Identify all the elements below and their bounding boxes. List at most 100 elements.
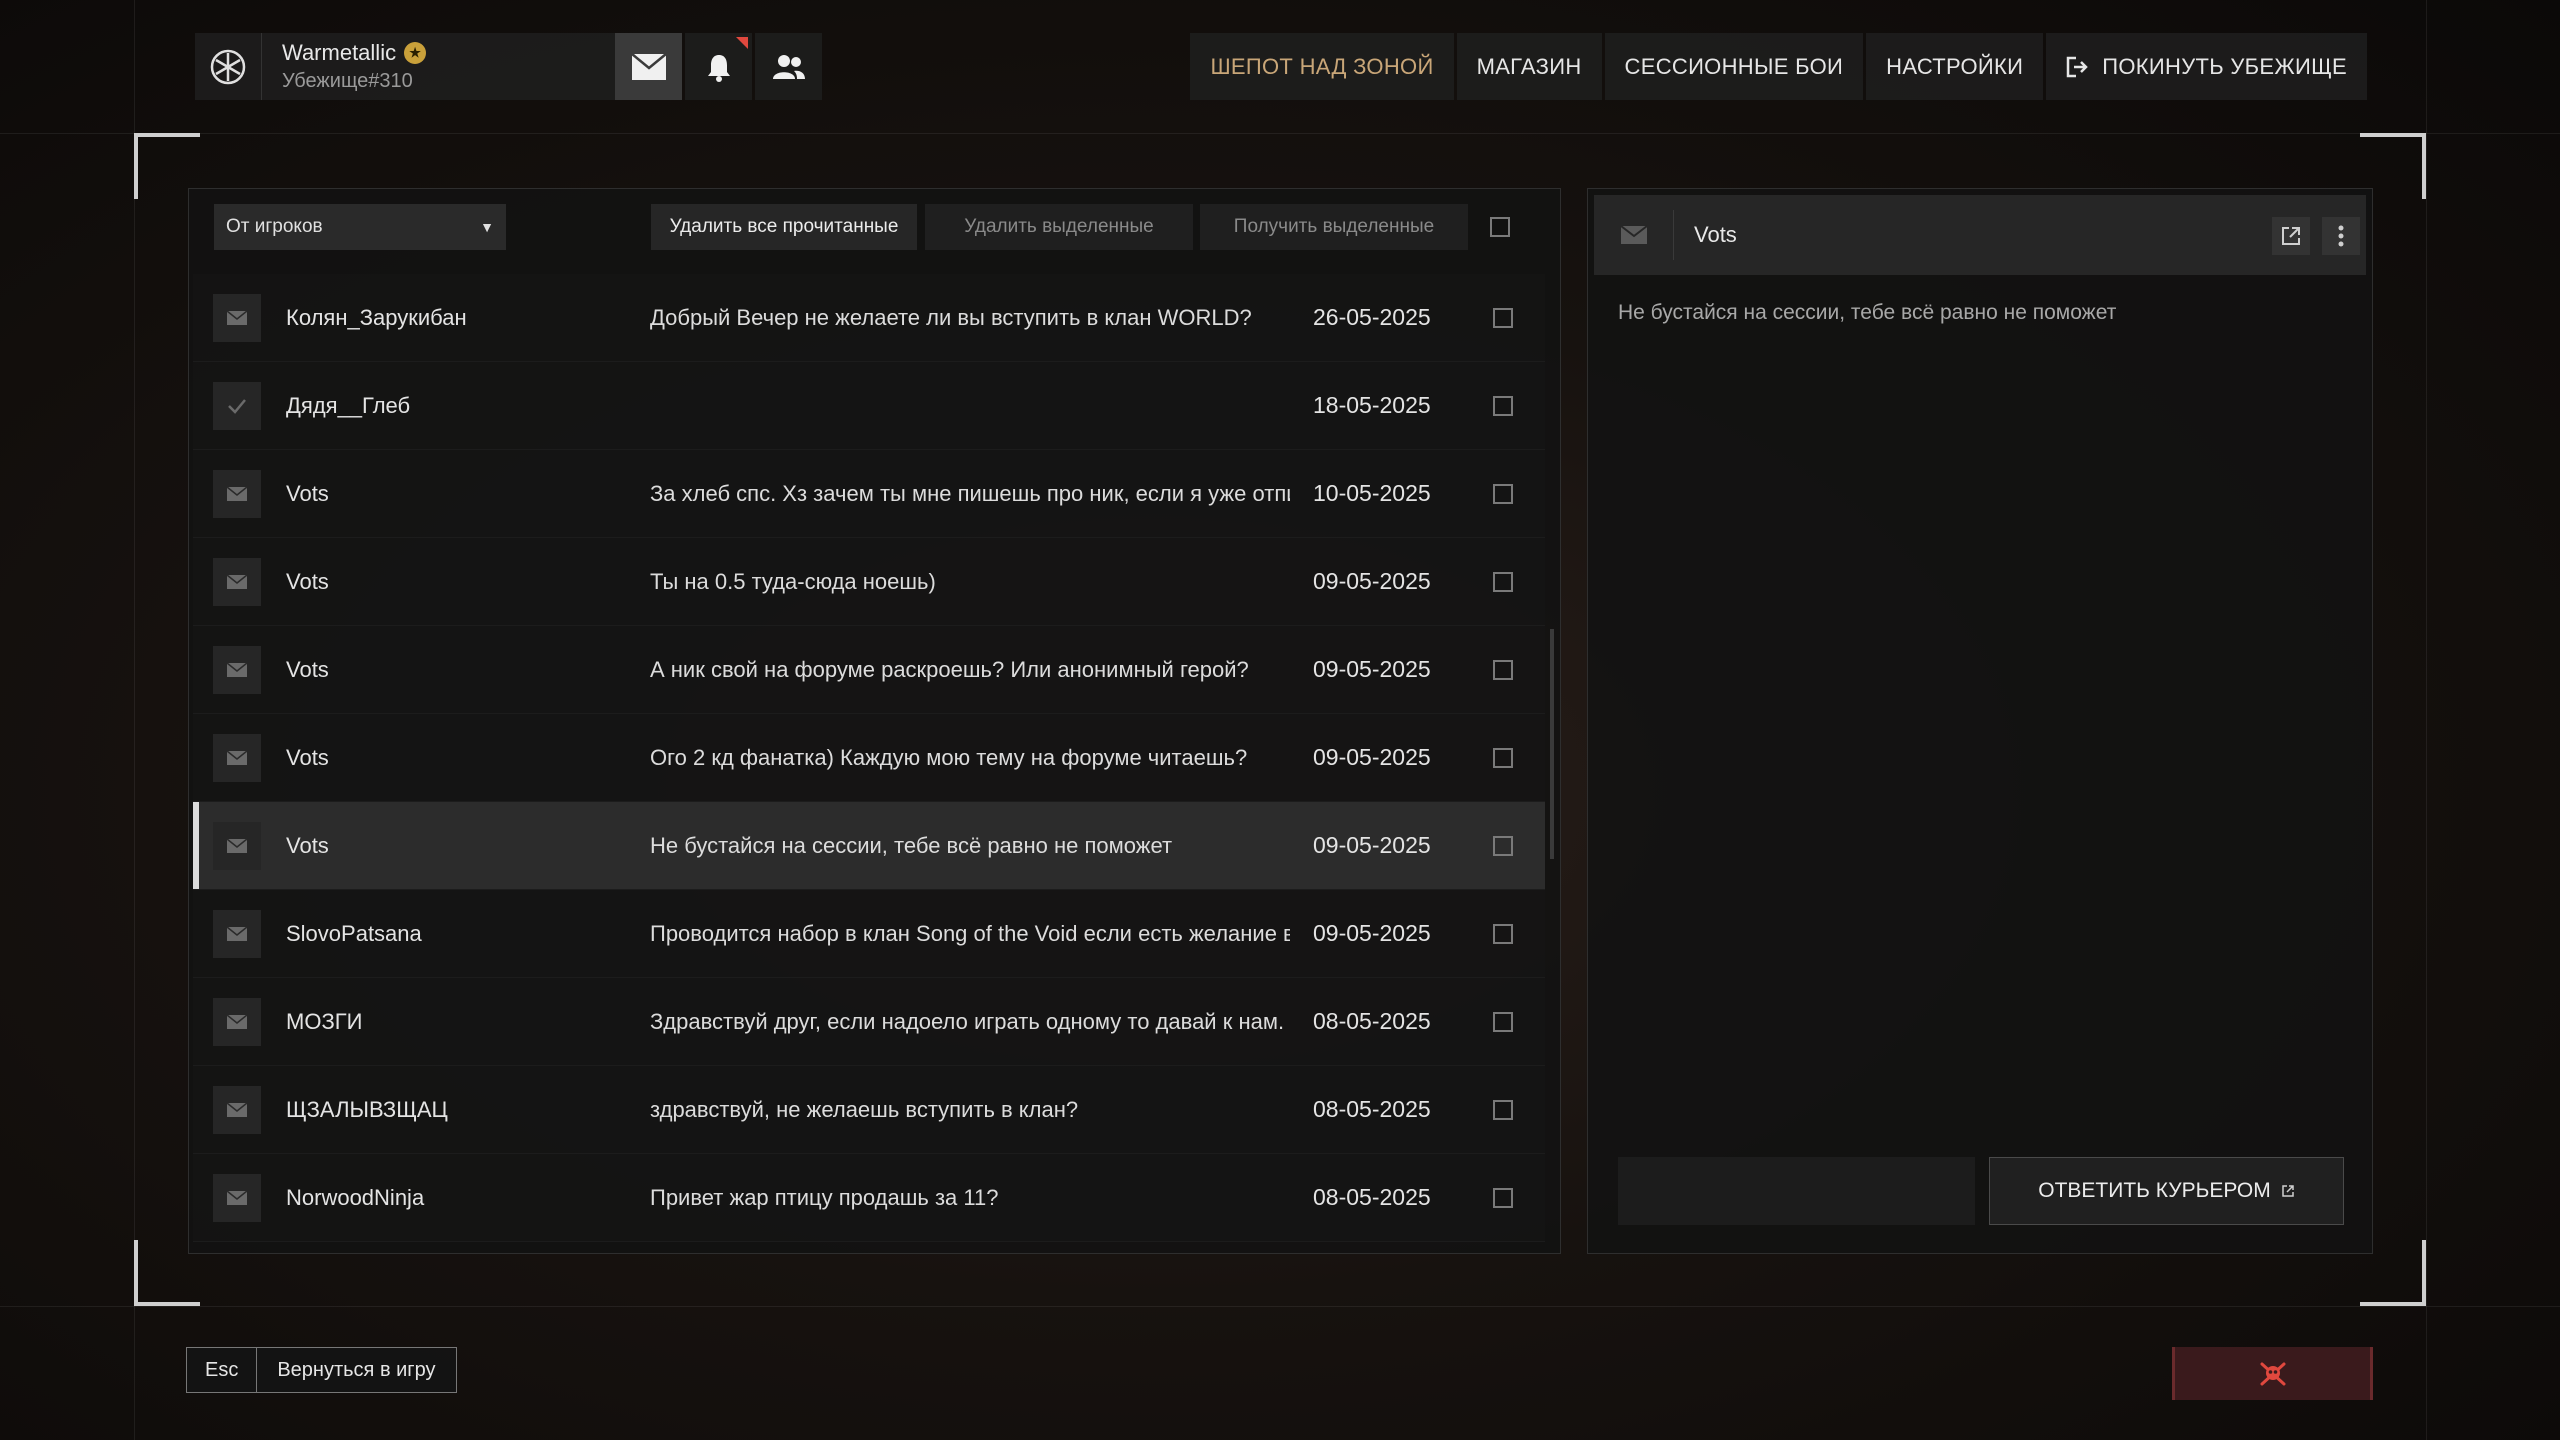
message-checkbox[interactable] — [1493, 571, 1513, 592]
reply-label: ОТВЕТИТЬ КУРЬЕРОМ — [2038, 1179, 2271, 1202]
message-sender: Дядя__Глеб — [286, 392, 411, 418]
message-subject: За хлеб спс. Хз зачем ты мне пишешь про … — [650, 480, 1290, 506]
envelope-icon — [213, 909, 261, 958]
message-row[interactable]: МОЗГИ Здравствуй друг, если надоело игра… — [193, 978, 1545, 1066]
message-date: 09-05-2025 — [1313, 744, 1431, 770]
back-to-game-label: Вернуться в игру — [277, 1358, 436, 1381]
message-date: 08-05-2025 — [1313, 1096, 1431, 1122]
message-sender: Vots — [286, 656, 329, 682]
message-date: 09-05-2025 — [1313, 920, 1431, 946]
nav-label: СЕССИОННЫЕ БОИ — [1624, 53, 1844, 79]
detail-sender: Vots — [1694, 222, 1737, 247]
nav-whisper[interactable]: ШЕПОТ НАД ЗОНОЙ — [1190, 33, 1454, 100]
message-sender: Vots — [286, 480, 329, 506]
reply-courier-button[interactable]: ОТВЕТИТЬ КУРЬЕРОМ — [1989, 1157, 2344, 1225]
message-checkbox[interactable] — [1493, 395, 1513, 416]
nav-label: НАСТРОЙКИ — [1886, 53, 2024, 79]
nav-label: ШЕПОТ НАД ЗОНОЙ — [1210, 53, 1434, 79]
message-checkbox[interactable] — [1493, 1187, 1513, 1208]
bell-icon — [707, 54, 730, 82]
check-icon — [213, 381, 261, 430]
frame-line — [0, 133, 2560, 134]
message-row-selected[interactable]: Vots Не бустайся на сессии, тебе всё рав… — [193, 802, 1545, 890]
more-options-button[interactable] — [2322, 217, 2360, 255]
player-name: Warmetallic ★ — [282, 40, 427, 66]
nav-leave-shelter[interactable]: ПОКИНУТЬ УБЕЖИЩЕ — [2046, 33, 2367, 100]
message-row[interactable]: Vots За хлеб спс. Хз зачем ты мне пишешь… — [193, 450, 1545, 538]
notifications-button[interactable] — [685, 33, 752, 100]
caret-down-icon: ▼ — [480, 219, 494, 235]
message-sender: Vots — [286, 744, 329, 770]
select-all-checkbox[interactable] — [1490, 217, 1510, 237]
message-sender: Vots — [286, 832, 329, 858]
nav-session-battles[interactable]: СЕССИОННЫЕ БОИ — [1604, 33, 1864, 100]
back-to-game-hint[interactable]: Esc Вернуться в игру — [186, 1347, 457, 1393]
filter-value: От игроков — [226, 216, 323, 237]
message-sender: Vots — [286, 568, 329, 594]
envelope-icon — [630, 52, 667, 80]
envelope-icon — [213, 469, 261, 518]
sender-filter-dropdown[interactable]: От игроков ▼ — [214, 204, 506, 250]
message-row[interactable]: Vots Ого 2 кд фанатка) Каждую мою тему н… — [193, 714, 1545, 802]
envelope-icon — [213, 1085, 261, 1134]
message-row[interactable]: NorwoodNinja Привет жар птицу продашь за… — [193, 1154, 1545, 1242]
message-row[interactable]: Колян_Зарукибан Добрый Вечер не желаете … — [193, 274, 1545, 362]
message-subject: Ты на 0.5 туда-сюда ноешь) — [650, 568, 936, 594]
message-sender: Колян_Зарукибан — [286, 304, 467, 330]
message-row[interactable]: Vots А ник свой на форуме раскроешь? Или… — [193, 626, 1545, 714]
message-checkbox[interactable] — [1493, 923, 1513, 944]
message-date: 09-05-2025 — [1313, 832, 1431, 858]
mail-button[interactable] — [615, 33, 682, 100]
open-external-button[interactable] — [2272, 217, 2310, 255]
nav-settings[interactable]: НАСТРОЙКИ — [1866, 33, 2044, 100]
envelope-icon — [213, 733, 261, 782]
frame-line — [2426, 0, 2427, 1440]
list-scrollbar[interactable] — [1550, 629, 1554, 859]
message-subject: здравствуй, не желаешь вступить в клан? — [650, 1096, 1079, 1122]
message-checkbox[interactable] — [1493, 1011, 1513, 1032]
exit-icon — [2067, 56, 2089, 77]
snowflake-icon — [195, 33, 262, 100]
message-checkbox[interactable] — [1493, 307, 1513, 328]
message-checkbox[interactable] — [1493, 659, 1513, 680]
nav-shop[interactable]: МАГАЗИН — [1456, 33, 1602, 100]
message-subject: Привет жар птицу продашь за 11? — [650, 1184, 999, 1210]
detail-header: Vots — [1594, 195, 2366, 275]
message-row[interactable]: ЩЗАЛЫВЗЩАЦ здравствуй, не желаешь вступи… — [193, 1066, 1545, 1154]
message-row[interactable]: Дядя__Глеб 18-05-2025 — [193, 362, 1545, 450]
external-link-icon — [2282, 1185, 2294, 1197]
rank-badge-icon: ★ — [404, 42, 427, 64]
reply-input[interactable] — [1618, 1157, 1975, 1225]
message-checkbox[interactable] — [1493, 1099, 1513, 1120]
notification-indicator — [736, 37, 748, 49]
message-list-panel: От игроков ▼ Удалить все прочитанные Уда… — [188, 188, 1561, 1254]
get-selected-button[interactable]: Получить выделенные — [1200, 204, 1468, 250]
message-checkbox[interactable] — [1493, 747, 1513, 768]
envelope-icon — [213, 293, 261, 342]
message-sender: SlovoPatsana — [286, 920, 422, 946]
friends-button[interactable] — [755, 33, 822, 100]
player-name-text: Warmetallic — [282, 40, 397, 65]
main-nav: ШЕПОТ НАД ЗОНОЙ МАГАЗИН СЕССИОННЫЕ БОИ Н… — [1190, 33, 2367, 100]
message-checkbox[interactable] — [1493, 835, 1513, 856]
message-row[interactable]: Vots Ты на 0.5 туда-сюда ноешь) 09-05-20… — [193, 538, 1545, 626]
message-date: 08-05-2025 — [1313, 1184, 1431, 1210]
message-subject: Здравствуй друг, если надоело играть одн… — [650, 1008, 1285, 1034]
envelope-icon — [213, 821, 261, 870]
skull-crossbones-icon — [2260, 1362, 2285, 1385]
frame-line — [0, 1306, 2560, 1307]
message-row[interactable]: SlovoPatsana Проводится набор в клан Son… — [193, 890, 1545, 978]
message-subject: А ник свой на форуме раскроешь? Или анон… — [650, 656, 1249, 682]
users-icon — [772, 54, 805, 79]
message-checkbox[interactable] — [1493, 483, 1513, 504]
delete-selected-button[interactable]: Удалить выделенные — [925, 204, 1193, 250]
danger-button[interactable] — [2172, 1347, 2373, 1400]
kebab-menu-icon — [2338, 225, 2344, 247]
envelope-icon — [213, 1173, 261, 1222]
delete-read-button[interactable]: Удалить все прочитанные — [651, 204, 917, 250]
profile-card[interactable]: Warmetallic ★ Убежище#310 — [195, 33, 615, 100]
message-subject: Ого 2 кд фанатка) Каждую мою тему на фор… — [650, 744, 1248, 770]
detail-body: Не бустайся на сессии, тебе всё равно не… — [1618, 301, 2117, 324]
message-sender: ЩЗАЛЫВЗЩАЦ — [286, 1096, 448, 1122]
external-link-icon — [2282, 227, 2300, 245]
